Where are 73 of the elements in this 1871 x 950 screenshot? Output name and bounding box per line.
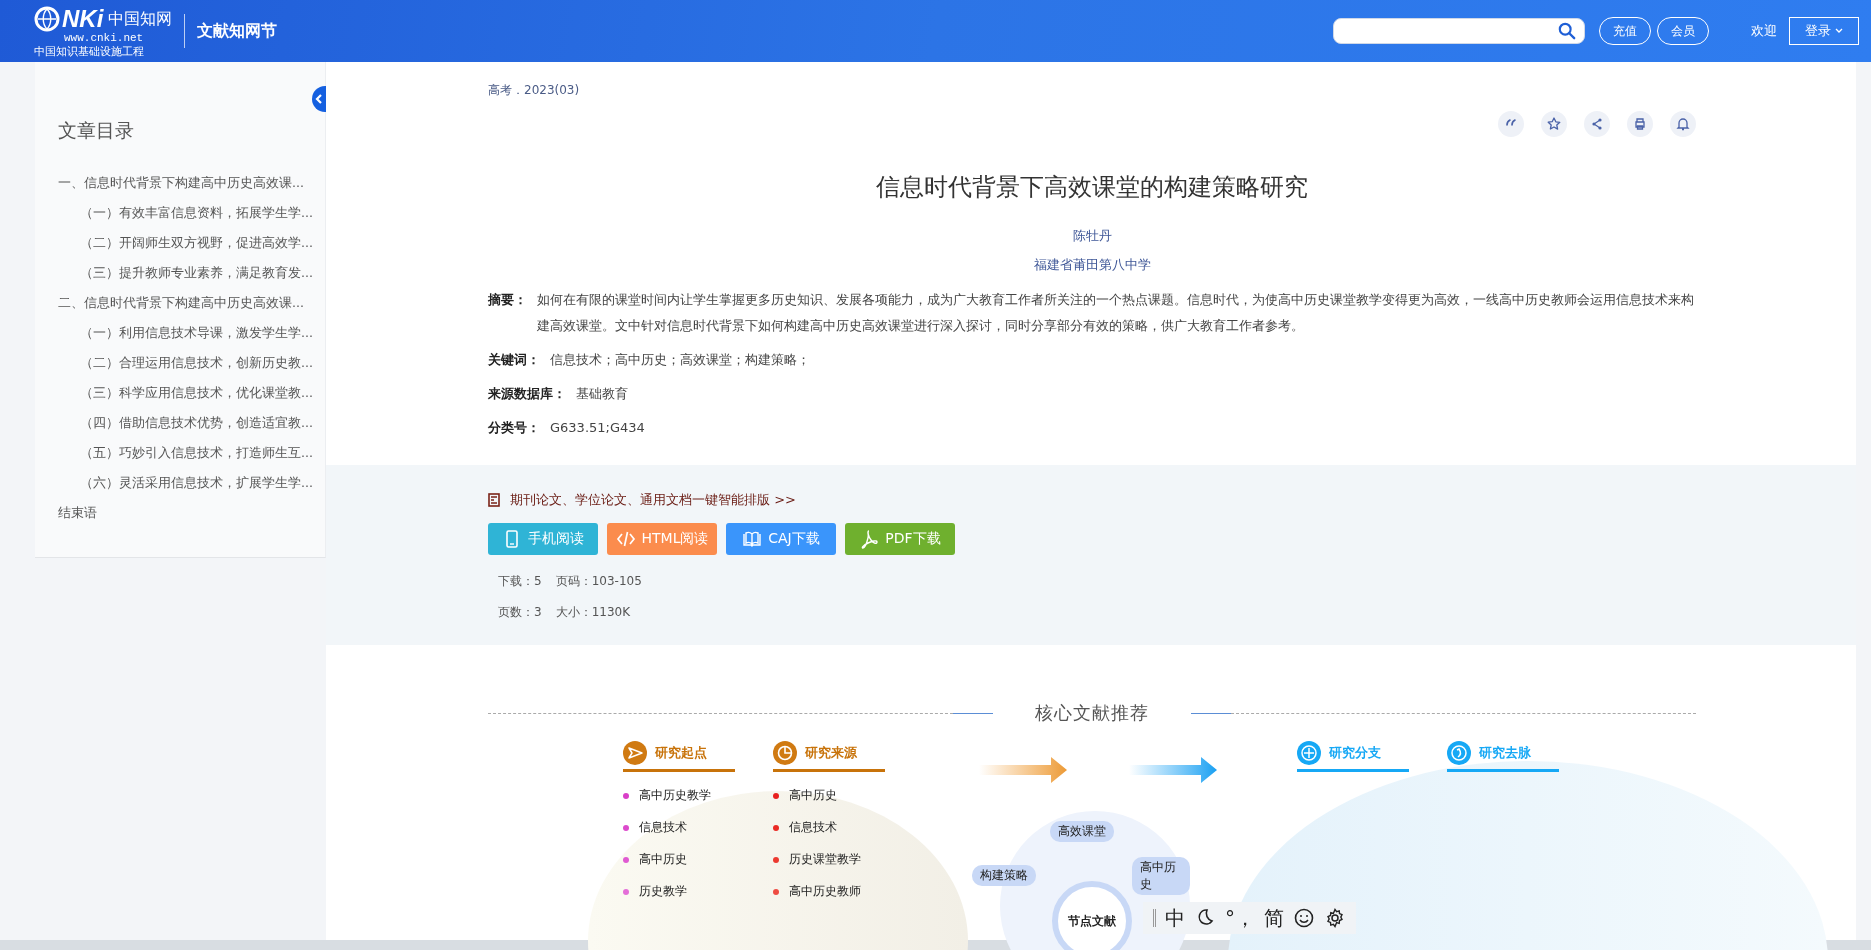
login-button[interactable]: 登录 [1789, 17, 1859, 45]
logo-tagline: 中国知识基础设施工程 [34, 45, 144, 57]
affiliation-link[interactable]: 福建省莆田第八中学 [488, 250, 1696, 279]
toc-item[interactable]: （六）灵活采用信息技术，扩展学生学... [58, 468, 325, 498]
toc-item[interactable]: 二、信息时代背景下构建高中历史高效课... [58, 288, 325, 318]
node-tag[interactable]: 高效课堂 [1050, 821, 1114, 842]
keyword-link[interactable]: 历史教学 [639, 883, 687, 900]
caret-icon [1835, 28, 1843, 34]
field-label: 摘要： [488, 291, 527, 309]
settings-icon[interactable] [1324, 907, 1346, 929]
sidebar-title: 文章目录 [58, 118, 135, 143]
ime-button[interactable]: °， [1225, 904, 1255, 932]
book-icon [742, 529, 763, 549]
ime-button[interactable]: 简 [1264, 904, 1284, 932]
smiley-icon[interactable] [1293, 907, 1315, 929]
field-label: 分类号： [488, 419, 540, 437]
article-title: 信息时代背景下高效课堂的构建策略研究 [875, 172, 1309, 203]
stat-text: 大小：1130K [555, 604, 631, 621]
toc-item[interactable]: （二）合理运用信息技术，创新历史教... [58, 348, 325, 378]
collapse-button[interactable] [312, 86, 326, 112]
logo-text: NKi [62, 6, 104, 31]
stat-text: 下载：5 [498, 573, 542, 590]
ime-button[interactable]: 中 [1165, 904, 1185, 932]
toc-item[interactable]: 结束语 [58, 498, 325, 528]
stat-text: 页数：3 [498, 604, 542, 621]
node-tag[interactable]: 高中历史 [1132, 857, 1190, 895]
plus-circle-icon [1297, 741, 1321, 765]
toc-item[interactable]: （一）利用信息技术导课，激发学生学... [58, 318, 325, 348]
search-icon [1558, 22, 1576, 40]
logo-url: www.cnki.net [64, 32, 144, 44]
toc-item[interactable]: （四）借助信息技术优势，创造适宜教... [58, 408, 325, 438]
column-heading[interactable]: 研究起点 [623, 741, 735, 772]
chevron-left-icon [314, 94, 324, 104]
journal-link[interactable]: 高考．2023(03) [488, 82, 1696, 99]
toc-item[interactable]: （三）科学应用信息技术，优化课堂教... [58, 378, 325, 408]
keyword-link[interactable]: 历史课堂教学 [789, 851, 861, 868]
author-link[interactable]: 陈牡丹 [488, 221, 1696, 250]
code-icon [615, 529, 636, 549]
keyword-link[interactable]: 信息技术 [639, 819, 687, 836]
field-value: 信息技术；高中历史；高效课堂；构建策略； [550, 351, 810, 369]
keyword-link[interactable]: 高中历史 [789, 787, 837, 804]
acrobat-icon [859, 529, 880, 549]
field-value: 如何在有限的课堂时间内让学生掌握更多历史知识、发展各项能力，成为广大教育工作者所关注的一个热点课题。信息时代，为使高中历史课堂教学变得更为高效，一线高中历史教师会运用信息技术来构建高效课堂。文中针对信息时代背景下如何构建高中历史高效课堂进行深入探讨，同时分享部分有效的策略，供广大教育工作者参考。 [537, 291, 1695, 335]
promo-link[interactable]: 期刊论文、学位论文、通用文档一键智能排版 >> [510, 491, 796, 509]
toc-item[interactable]: （五）巧妙引入信息技术，打造师生互... [58, 438, 325, 468]
column-heading[interactable]: 研究来源 [773, 741, 885, 772]
keyword-link[interactable]: 高中历史 [639, 851, 687, 868]
stat-text: 页码：103-105 [555, 573, 642, 590]
toc-item[interactable]: 一、信息时代背景下构建高中历史高效课... [58, 168, 325, 198]
toc-item[interactable]: （二）开阔师生双方视野，促进高效学... [58, 228, 325, 258]
field-value: G633.51;G434 [550, 419, 645, 437]
globe-icon [34, 5, 60, 32]
field-value: 基础教育 [576, 385, 628, 403]
bell-icon[interactable] [1674, 115, 1692, 133]
toc-item[interactable]: （一）有效丰富信息资料，拓展学生学... [58, 198, 325, 228]
node-tag[interactable]: 构建策略 [972, 865, 1036, 886]
keyword-link[interactable]: 信息技术 [789, 819, 837, 836]
field-label: 关键词： [488, 351, 540, 369]
document-icon [488, 493, 500, 507]
keyword-link[interactable]: 高中历史教学 [639, 787, 711, 804]
star-icon[interactable] [1545, 115, 1563, 133]
toc-item[interactable]: （三）提升教师专业素养，满足教育发... [58, 258, 325, 288]
send-icon [623, 741, 647, 765]
search-field[interactable] [1333, 18, 1585, 44]
section-heading: 核心文献推荐 [1034, 701, 1150, 725]
pie-icon [773, 741, 797, 765]
center-node[interactable]: 节点文献 [1052, 881, 1132, 950]
section-title: 文献知网节 [197, 20, 278, 42]
refresh-icon [1447, 741, 1471, 765]
logo-text: 中国知网 [108, 10, 173, 27]
field-label: 来源数据库： [488, 385, 566, 403]
welcome-text: 欢迎 [1751, 22, 1777, 40]
keyword-link[interactable]: 高中历史教师 [789, 883, 861, 900]
